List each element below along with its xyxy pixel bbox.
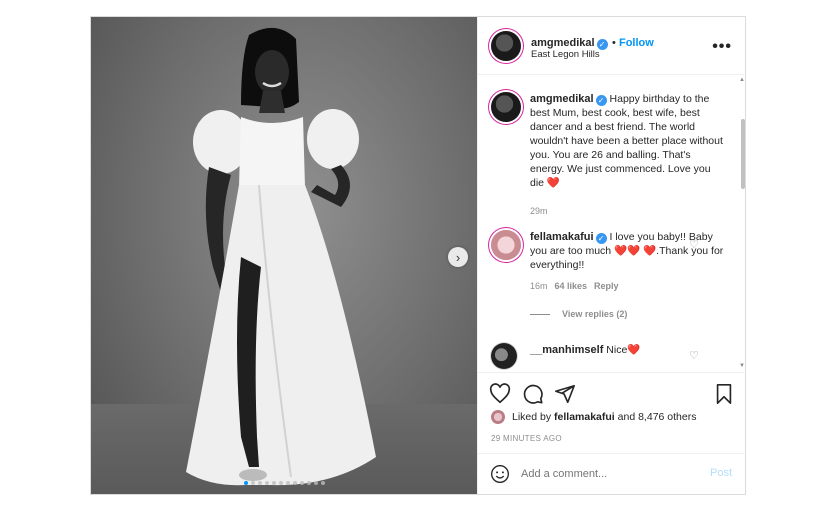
post-actions: Liked by fellamakafui and 8,476 others 2… [478, 372, 746, 495]
post-timestamp[interactable]: 29 MINUTES AGO [491, 434, 562, 443]
add-comment-input[interactable] [521, 465, 691, 483]
commenter-avatar[interactable] [491, 343, 517, 369]
verified-icon: ✓ [595, 233, 607, 244]
comments-scrollbar[interactable] [741, 119, 745, 189]
comment-time: 16m [530, 281, 548, 291]
post-photo[interactable]: › [91, 17, 477, 494]
comment-username[interactable]: fellamakafui [530, 231, 594, 243]
caption-time: 29m [530, 206, 548, 216]
view-replies-label[interactable]: View replies (2) [562, 309, 627, 319]
replies-divider [530, 314, 550, 316]
carousel-dot [243, 481, 248, 485]
comment-meta: 16m 64 likes Reply [530, 279, 725, 293]
likes-suffix[interactable]: and 8,476 others [618, 411, 697, 423]
likes-summary: Liked by fellamakafui and 8,476 others [491, 410, 696, 424]
carousel-dot [292, 481, 297, 485]
carousel-dot [271, 481, 276, 485]
comment-text: Nice❤️ [606, 344, 641, 356]
comments-section[interactable]: amgmedikal ✓ Happy birthday to the best M… [478, 75, 746, 371]
carousel-dot [306, 481, 311, 485]
scroll-up-arrow[interactable]: ▲ [739, 77, 745, 83]
comment-likes[interactable]: 64 likes [555, 281, 588, 291]
likes-prefix: Liked by [512, 411, 552, 423]
carousel-dot [320, 481, 325, 485]
commenter-avatar[interactable] [491, 230, 521, 260]
heart-icon[interactable]: ♡ [689, 238, 699, 251]
caption-avatar[interactable] [491, 92, 521, 122]
liker-avatar[interactable] [491, 410, 505, 424]
scroll-down-arrow[interactable]: ▼ [739, 363, 745, 369]
author-username[interactable]: amgmedikal [531, 37, 595, 49]
caption-body: amgmedikal ✓ Happy birthday to the best M… [530, 92, 725, 218]
post-comment-button[interactable]: Post [710, 467, 732, 479]
next-photo-button[interactable]: › [448, 247, 468, 267]
bookmark-icon[interactable] [713, 383, 735, 405]
emoji-icon[interactable] [490, 464, 510, 484]
post-location[interactable]: East Legon Hills [531, 49, 600, 60]
post-header: amgmedikal ✓ • Follow East Legon Hills ••… [478, 17, 746, 75]
carousel-dot [257, 481, 262, 485]
post-card: › amgmedikal✓ • Follow East Legon Hills [90, 16, 746, 495]
heart-icon[interactable]: ♡ [689, 349, 699, 362]
follow-button[interactable]: Follow [619, 37, 654, 49]
chevron-right-icon: › [455, 249, 461, 265]
caption-username[interactable]: amgmedikal [530, 93, 594, 105]
view-replies[interactable]: View replies (2) [530, 307, 725, 321]
author-avatar[interactable] [491, 31, 521, 61]
post-side-panel: amgmedikal ✓ • Follow East Legon Hills ••… [477, 17, 746, 494]
carousel-dot [278, 481, 283, 485]
carousel-dot [250, 481, 255, 485]
add-comment-bar: Post [478, 453, 746, 495]
share-icon[interactable] [554, 383, 576, 405]
carousel-dot [299, 481, 304, 485]
carousel-dot [264, 481, 269, 485]
separator-dot: • [612, 37, 619, 49]
heart-icon[interactable] [489, 383, 511, 405]
likes-user[interactable]: fellamakafui [554, 411, 615, 423]
more-icon[interactable]: ••• [712, 38, 732, 56]
caption-text: Happy birthday to the best Mum, best coo… [530, 93, 723, 189]
carousel-indicator [91, 481, 477, 485]
comment-icon[interactable] [522, 383, 544, 405]
carousel-dot [313, 481, 318, 485]
comment-username[interactable]: __manhimself [530, 344, 603, 356]
woman-in-white-dress-image [186, 27, 376, 486]
carousel-dot [285, 481, 290, 485]
verified-icon: ✓ [595, 95, 607, 106]
reply-button[interactable]: Reply [594, 281, 619, 291]
